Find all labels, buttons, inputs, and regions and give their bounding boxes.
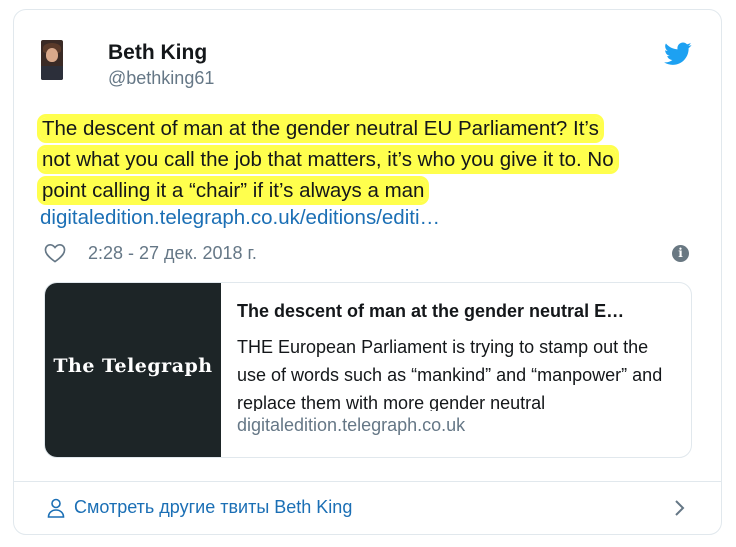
preview-title: The descent of man at the gender neutral… [237,301,625,321]
info-icon[interactable]: i [672,245,689,262]
tweet-link[interactable]: digitaledition.telegraph.co.uk/editions/… [40,206,440,230]
avatar-face [46,48,58,62]
avatar-shirt [41,66,63,80]
footer-divider [13,481,722,482]
person-icon [47,498,65,518]
telegraph-logo: The Telegraph [53,355,213,377]
twitter-bird-icon[interactable] [664,42,692,66]
tweet-text: The descent of man at the gender neutral… [40,113,690,206]
tweet-line-1: The descent of man at the gender neutral… [40,117,601,140]
heart-icon[interactable] [44,243,66,263]
tweet-timestamp[interactable]: 2:28 - 27 дек. 2018 г. [88,243,257,264]
author-handle[interactable]: @bethking61 [108,68,214,89]
more-tweets-link[interactable]: Смотреть другие твиты Beth King [74,497,352,518]
author-name[interactable]: Beth King [108,41,207,65]
preview-description: THE European Parliament is trying to sta… [237,337,663,411]
chevron-right-icon[interactable] [673,498,687,518]
link-preview-card[interactable]: The Telegraph The descent of man at the … [44,282,692,458]
preview-thumbnail: The Telegraph [45,283,221,457]
tweet-line-2: not what you call the job that matters, … [40,148,616,171]
avatar[interactable] [41,40,63,80]
preview-domain: digitaledition.telegraph.co.uk [237,415,466,435]
tweet-line-3: point calling it a “chair” if it’s alway… [40,179,427,202]
